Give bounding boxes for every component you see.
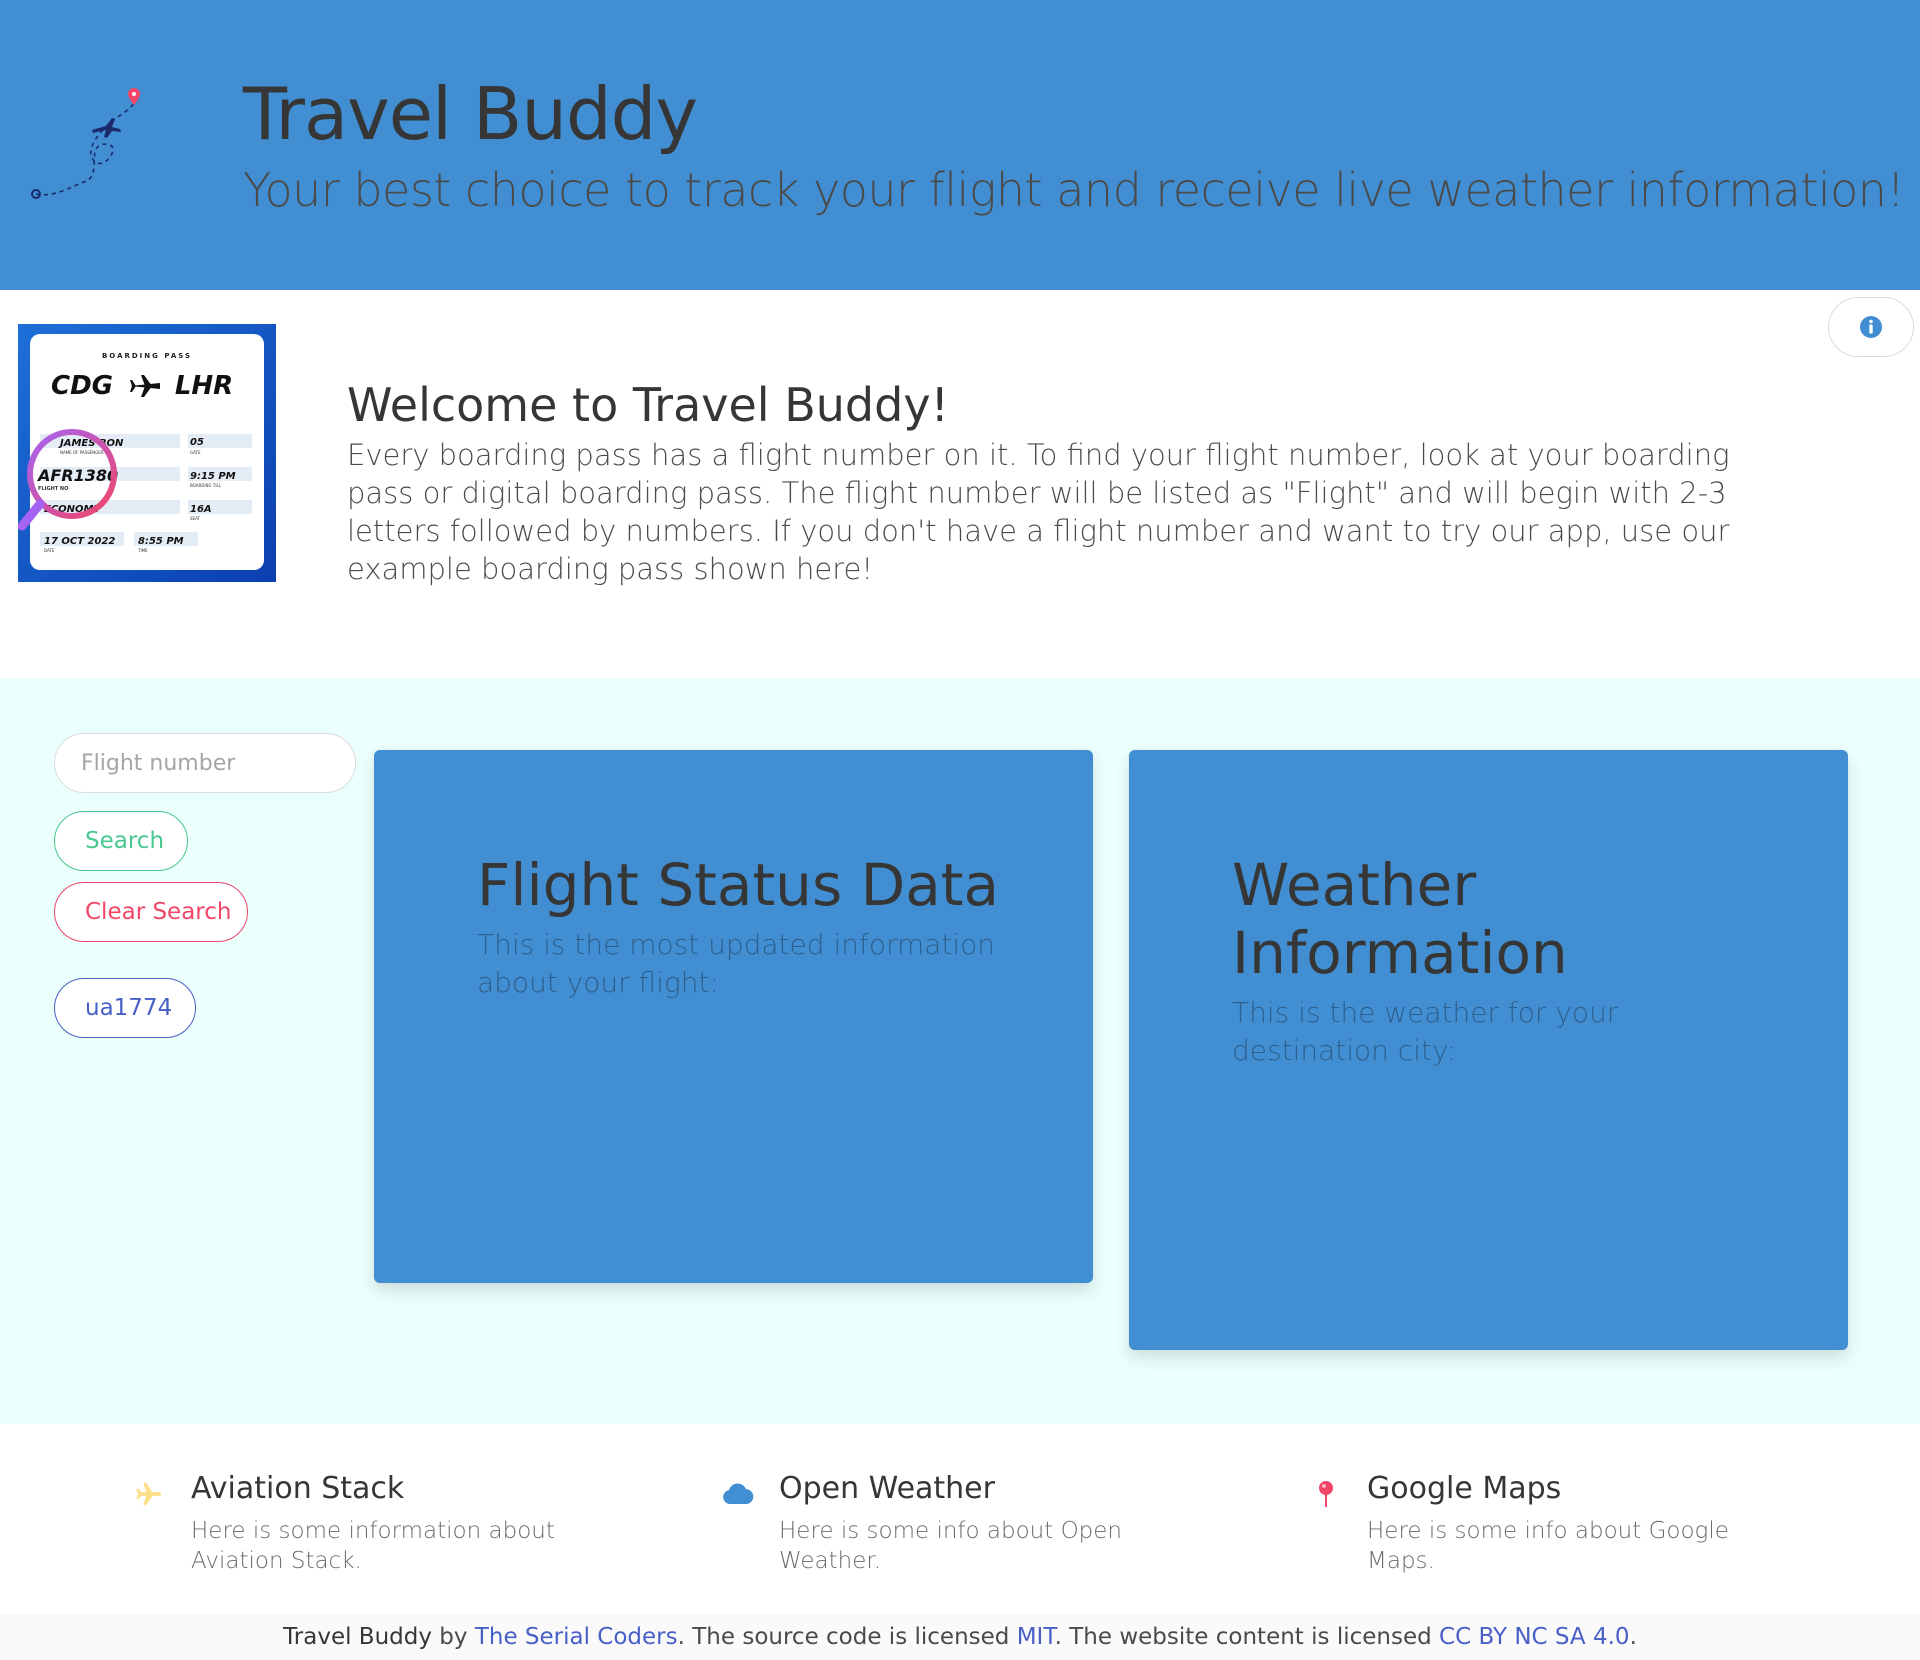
resource-text: Here is some info about Open Weather. [779,1518,1123,1574]
footer-end: . [1629,1624,1637,1650]
svg-text:8:55 PM: 8:55 PM [138,536,184,547]
cloud-icon [721,1477,755,1511]
clear-search-button[interactable]: Clear Search [54,882,248,942]
mit-license-link[interactable]: MIT [1017,1624,1055,1650]
resource-title: Open Weather [779,1471,995,1506]
footer-by: by [431,1624,475,1650]
footer-content-text: . The website content is licensed [1054,1624,1440,1650]
svg-text:AFR1380: AFR1380 [36,466,118,485]
weather-card: Weather Information This is the weather … [1129,750,1848,1350]
svg-text:FLIGHT NO: FLIGHT NO [38,486,68,492]
plane-icon [133,1477,167,1511]
site-subtitle: Your best choice to track your flight an… [243,163,1905,217]
svg-text:LHR: LHR [175,371,233,401]
footer-code-text: . The source code is licensed [677,1624,1017,1650]
svg-text:DATE: DATE [44,548,55,553]
resource-title: Aviation Stack [191,1471,405,1506]
svg-text:17 OCT 2022: 17 OCT 2022 [44,536,115,547]
svg-text:TIME: TIME [137,548,148,553]
svg-text:9:15 PM: 9:15 PM [190,471,236,482]
plane-route-icon [31,88,140,199]
footer-brand: Travel Buddy [283,1624,432,1650]
resource-title: Google Maps [1367,1471,1562,1506]
svg-text:BOARDING PASS: BOARDING PASS [102,352,192,360]
info-button[interactable] [1828,297,1914,357]
welcome-text: Every boarding pass has a flight number … [347,438,1730,586]
svg-text:SEAT: SEAT [190,516,200,521]
flight-status-title: Flight Status Data [477,851,1000,919]
site-title: Travel Buddy [243,72,698,156]
info-circle-icon [1860,316,1882,338]
example-boarding-pass: BOARDING PASS CDG LHR JAMES BON NAME OF … [17,324,276,582]
search-button[interactable]: Search [54,811,188,871]
map-pin-icon [1309,1477,1343,1511]
svg-text:05: 05 [190,437,204,448]
team-link[interactable]: The Serial Coders [475,1624,678,1650]
weather-title: Weather Information [1232,851,1568,987]
hero-banner: Travel Buddy Your best choice to track y… [0,0,1920,290]
svg-text:BOARDING TILL: BOARDING TILL [190,483,222,488]
main-section: Search Clear Search ua1774 Flight Status… [0,678,1920,1424]
flight-status-card: Flight Status Data This is the most upda… [374,750,1093,1283]
resource-text: Here is some information about Aviation … [191,1518,555,1574]
weather-subtitle: This is the weather for your destination… [1232,996,1619,1067]
cc-license-link[interactable]: CC BY NC SA 4.0 [1439,1624,1630,1650]
svg-text:NAME OF PASSENGER: NAME OF PASSENGER [60,450,104,455]
svg-text:CDG: CDG [51,371,113,401]
footer: Travel Buddy by The Serial Coders. The s… [0,1614,1920,1660]
svg-text:GATE: GATE [190,450,201,455]
history-button[interactable]: ua1774 [54,978,196,1038]
resource-text: Here is some info about Google Maps. [1367,1518,1729,1574]
welcome-title: Welcome to Travel Buddy! [347,378,949,432]
svg-text:16A: 16A [190,504,212,515]
flight-number-input[interactable] [54,733,356,793]
flight-status-subtitle: This is the most updated information abo… [477,928,996,999]
